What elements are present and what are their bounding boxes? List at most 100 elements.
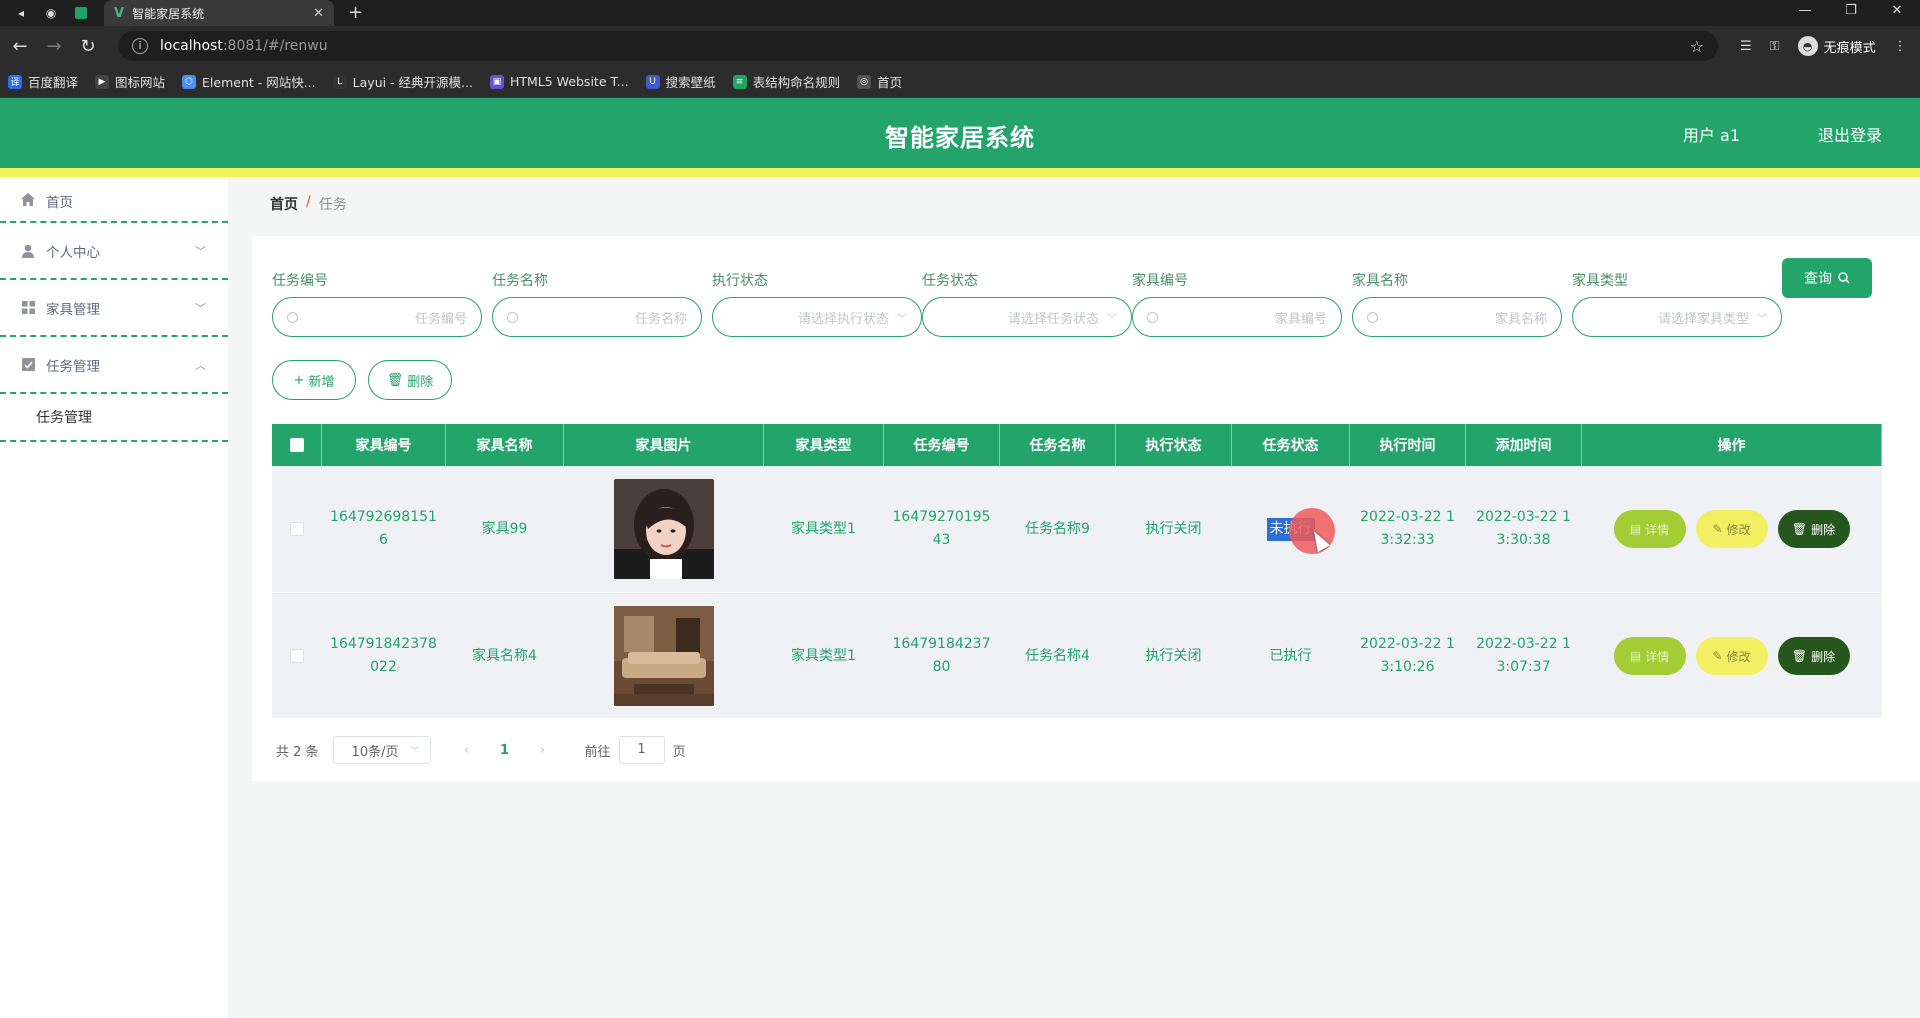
chevron-down-icon: ﹀ xyxy=(1757,313,1767,325)
minimize-icon[interactable]: — xyxy=(1782,0,1828,26)
prev-page-icon[interactable]: ‹ xyxy=(455,743,479,758)
bookmark-favicon-icon: ≡ xyxy=(732,74,747,89)
bookmark-item[interactable]: U 搜索壁纸 xyxy=(645,72,716,91)
breadcrumb-separator: / xyxy=(306,194,311,210)
bookmark-item[interactable]: ▣ HTML5 Website T... xyxy=(489,74,629,89)
doc-icon: ▤ xyxy=(1629,522,1642,536)
address-bar: ← → ↻ i localhost:8081/#/renwu ☆ ☰ ⚿ ◓ 无… xyxy=(0,26,1920,66)
close-tab-icon[interactable]: ✕ xyxy=(313,6,324,21)
furniture-type-text: 家具类型1 xyxy=(791,647,856,664)
delete-label: 删除 xyxy=(1811,649,1836,664)
add-time-cell: 2022-03-22 13:30:38 xyxy=(1466,466,1582,592)
row-checkbox[interactable] xyxy=(289,522,304,536)
furniture-no-cell: 1647926981516 xyxy=(322,466,446,592)
goto-page-input[interactable]: 1 xyxy=(618,736,665,764)
table-row: 164791842378022 家具名称4 家具类型1 1647918423780 任务… xyxy=(272,593,1882,718)
bookmark-item[interactable]: ⬡ Element - 网站快... xyxy=(182,72,316,91)
logout-button[interactable]: 退出登录 xyxy=(1818,122,1882,146)
bookmark-favicon-icon: ⬡ xyxy=(182,74,197,89)
task-name-cell: 任务名称4 xyxy=(1000,594,1116,718)
filter-select[interactable]: 请选择任务状态 ﹀ xyxy=(922,297,1132,337)
filter-input[interactable]: 任务编号 xyxy=(272,297,482,337)
grid-icon xyxy=(20,300,36,316)
delete-label: 删除 xyxy=(1811,522,1836,537)
search-icon xyxy=(1147,311,1158,323)
exec-status-text: 执行关闭 xyxy=(1145,647,1202,664)
page-number-current[interactable]: 1 xyxy=(495,743,515,758)
filter-input[interactable]: 家具编号 xyxy=(1132,297,1342,337)
detail-button[interactable]: ▤ 详情 xyxy=(1613,637,1686,675)
search-icon xyxy=(1367,311,1378,323)
bookmark-item[interactable]: ◎ 首页 xyxy=(857,72,902,91)
row-checkbox[interactable] xyxy=(289,649,304,663)
bookmark-label: Element - 网站快... xyxy=(202,75,316,90)
bookmark-star-icon[interactable]: ☆ xyxy=(1690,37,1704,56)
delete-button[interactable]: 🗑 删除 xyxy=(1777,510,1850,548)
url-field[interactable]: i localhost:8081/#/renwu ☆ xyxy=(118,31,1718,61)
bookmark-item[interactable]: 译百度翻译 xyxy=(8,72,78,91)
new-tab-icon[interactable]: + xyxy=(348,4,363,22)
bookmark-item[interactable]: ≡ 表结构命名规则 xyxy=(732,72,840,91)
forward-icon[interactable]: → xyxy=(40,36,68,57)
task-no-text: 1647918423780 xyxy=(892,636,991,675)
edit-button[interactable]: ✎ 修改 xyxy=(1695,637,1768,675)
add-time-text: 2022-03-22 13:30:38 xyxy=(1476,509,1571,548)
next-page-icon[interactable]: › xyxy=(531,743,555,758)
sidebar-item-label: 家具管理 xyxy=(46,301,100,318)
filter-label: 任务编号 xyxy=(272,273,328,289)
filter-placeholder: 家具编号 xyxy=(1274,311,1327,327)
globe-icon[interactable]: ◉ xyxy=(42,4,60,22)
site-info-icon[interactable]: i xyxy=(132,38,148,54)
filter-placeholder: 请选择家具类型 xyxy=(1657,311,1749,327)
vue-logo-icon: V xyxy=(114,5,125,21)
back-icon[interactable]: ← xyxy=(6,36,34,57)
filter-placeholder: 家具名称 xyxy=(1494,311,1547,327)
chevron-up-icon: ︿ xyxy=(195,358,206,372)
bookmark-item[interactable]: ▶ 图标网站 xyxy=(95,72,165,91)
bookmark-label: 图标网站 xyxy=(115,75,166,90)
sidebar-item-furniture[interactable]: 家具管理 ﹀ xyxy=(0,280,228,337)
furniture-name-text: 家具名称4 xyxy=(472,647,537,664)
edit-button[interactable]: ✎ 修改 xyxy=(1695,510,1768,548)
incognito-label: 无痕模式 xyxy=(1823,40,1876,56)
filter-input[interactable]: 任务名称 xyxy=(492,297,702,337)
key-icon[interactable]: ⚿ xyxy=(1770,39,1780,54)
sidebar-item-tasks[interactable]: 任务管理 ︿ xyxy=(0,337,228,394)
add-button[interactable]: + 新增 xyxy=(272,360,356,400)
breadcrumb-home[interactable]: 首页 xyxy=(270,194,298,214)
query-button[interactable]: 查询 xyxy=(1782,258,1872,298)
incognito-badge[interactable]: ◓ 无痕模式 xyxy=(1797,36,1876,56)
browser-tab-active[interactable]: V 智能家居系统 ✕ xyxy=(104,0,334,26)
detail-button[interactable]: ▤ 详情 xyxy=(1613,510,1686,548)
filter-input[interactable]: 家具名称 xyxy=(1352,297,1562,337)
row-select-cell xyxy=(272,466,322,592)
breadcrumb: 首页 / 任务 xyxy=(270,194,347,214)
sidebar-subitem-task-management[interactable]: 任务管理 xyxy=(0,394,228,442)
sidebar-item-home[interactable]: 首页 xyxy=(0,177,228,223)
reading-list-icon[interactable]: ☰ xyxy=(1740,39,1752,54)
column-header: 家具类型 xyxy=(764,424,884,466)
page-size-select[interactable]: 10条/页 ﹀ xyxy=(332,736,431,764)
menu-kebab-icon[interactable]: ⋮ xyxy=(1894,39,1907,54)
column-header: 操作 xyxy=(1582,424,1882,466)
task-status-text: 已执行 xyxy=(1269,647,1312,664)
batch-delete-button[interactable]: 🗑 删除 xyxy=(368,360,452,400)
bookmark-item[interactable]: L Layui - 经典开源模... xyxy=(332,72,473,91)
media-icon[interactable]: ◂ xyxy=(12,4,30,22)
restore-icon[interactable]: ❐ xyxy=(1828,0,1874,26)
furniture-image-cell xyxy=(564,594,764,718)
filter-select[interactable]: 请选择家具类型 ﹀ xyxy=(1572,297,1782,337)
task-icon xyxy=(20,357,36,373)
close-window-icon[interactable]: ✕ xyxy=(1874,0,1920,26)
sidebar-item-profile[interactable]: 个人中心 ﹀ xyxy=(0,223,228,280)
search-icon xyxy=(1838,272,1850,284)
reload-icon[interactable]: ↻ xyxy=(74,36,102,57)
select-all-checkbox[interactable] xyxy=(289,438,304,452)
sidebar-item-label: 任务管理 xyxy=(46,358,100,375)
furniture-no-cell: 164791842378022 xyxy=(322,594,446,718)
column-header: 执行状态 xyxy=(1116,424,1232,466)
delete-button[interactable]: 🗑 删除 xyxy=(1777,637,1850,675)
filter-select[interactable]: 请选择执行状态 ﹀ xyxy=(712,297,922,337)
actions-cell: ▤ 详情 ✎ 修改 🗑 删除 xyxy=(1582,594,1882,718)
sheet-icon[interactable] xyxy=(72,4,90,22)
